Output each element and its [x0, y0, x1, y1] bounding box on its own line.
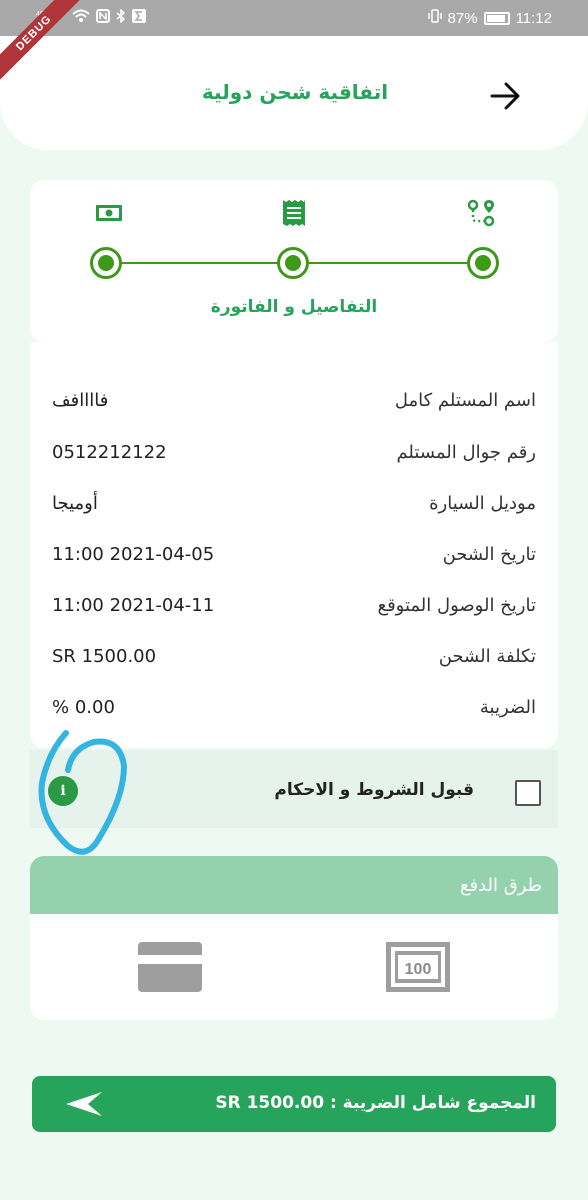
total-label: المجموع شامل الضريبة : SR 1500.00	[215, 1093, 536, 1113]
bluetooth-icon	[116, 8, 126, 26]
detail-value: 0512212122	[52, 442, 167, 463]
detail-value: SR 1500.00	[52, 646, 157, 667]
battery-percent: 87%	[447, 9, 478, 27]
cash-value-text: 100	[405, 961, 432, 978]
clock: 11:12	[515, 9, 552, 27]
step-dot-1	[467, 247, 499, 279]
send-icon	[66, 1092, 102, 1116]
detail-label: الضريبة	[479, 697, 536, 718]
detail-value: % 0.00	[52, 697, 115, 718]
progress-stepper: التفاصيل و الفاتورة	[30, 180, 558, 342]
shipment-details: اسم المستلم كامل فاااافف رقم جوال المستل…	[30, 342, 558, 748]
cash-icon[interactable]: 100	[386, 942, 450, 992]
info-icon[interactable]: i	[48, 776, 78, 806]
page-title: اتفاقية شحن دولية	[201, 80, 389, 104]
nfc-icon	[96, 9, 110, 26]
payment-methods: طرق الدفع 100	[30, 856, 558, 1020]
detail-label: موديل السيارة	[429, 493, 536, 514]
app-header: اتفاقية شحن دولية	[0, 36, 588, 150]
arrow-right-icon[interactable]	[488, 80, 524, 112]
detail-label: اسم المستلم كامل	[394, 390, 536, 411]
detail-row: اسم المستلم كامل فاااافف	[30, 390, 558, 420]
detail-row: موديل السيارة أوميجا	[30, 493, 558, 523]
payment-header: طرق الدفع	[30, 856, 558, 914]
terms-checkbox[interactable]	[515, 780, 541, 806]
stepper-line	[120, 262, 498, 264]
receipt-icon	[283, 200, 305, 226]
credit-card-icon[interactable]	[138, 942, 202, 992]
vibrate-icon	[427, 9, 442, 27]
detail-label: رقم جوال المستلم	[396, 442, 536, 463]
detail-value: أوميجا	[52, 493, 98, 514]
detail-row: الضريبة % 0.00	[30, 697, 558, 727]
detail-value: فاااافف	[52, 390, 109, 411]
status-right: 87% 11:12	[427, 9, 552, 27]
detail-row-partial	[30, 342, 558, 352]
route-icon	[467, 199, 495, 227]
detail-value: 11:00 2021-04-05	[52, 544, 215, 565]
detail-value: 11:00 2021-04-11	[52, 595, 215, 616]
detail-row: تاريخ الشحن 11:00 2021-04-05	[30, 544, 558, 574]
payment-title: طرق الدفع	[459, 875, 542, 896]
terms-label: قبول الشروط و الاحكام	[274, 780, 474, 800]
detail-row: تاريخ الوصول المتوقع 11:00 2021-04-11	[30, 595, 558, 625]
detail-label: تاريخ الوصول المتوقع	[377, 595, 536, 616]
total-submit-button[interactable]: المجموع شامل الضريبة : SR 1500.00	[32, 1076, 556, 1132]
battery-icon	[483, 11, 510, 25]
sigma-icon	[132, 9, 146, 26]
active-step-label: التفاصيل و الفاتورة	[210, 297, 378, 317]
step-dot-3	[90, 247, 122, 279]
terms-row: i قبول الشروط و الاحكام	[30, 750, 558, 828]
money-icon	[96, 205, 122, 221]
detail-label: تاريخ الشحن	[442, 544, 536, 565]
status-bar: 4G 87% 11:12	[0, 0, 588, 36]
wifi-icon	[72, 9, 90, 26]
step-dot-2	[277, 247, 309, 279]
detail-label: تكلفة الشحن	[438, 646, 536, 667]
detail-row: رقم جوال المستلم 0512212122	[30, 442, 558, 472]
detail-row: تكلفة الشحن SR 1500.00	[30, 646, 558, 676]
